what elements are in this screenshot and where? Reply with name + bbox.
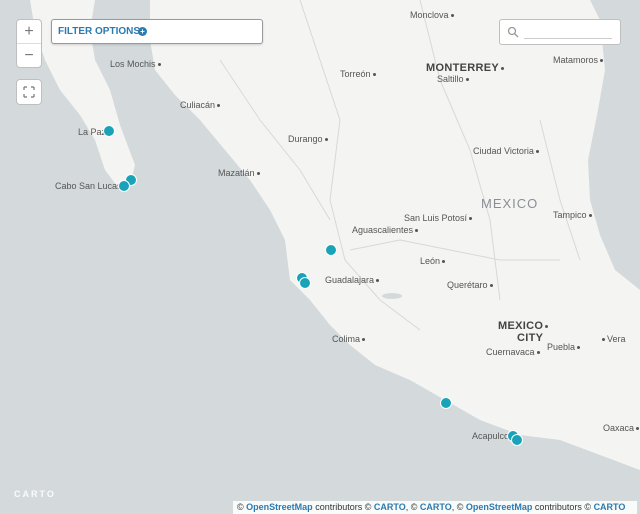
city-monclova: Monclova: [410, 10, 456, 20]
city-ciudad-victoria: Ciudad Victoria: [473, 146, 541, 156]
city-puebla: Puebla: [547, 342, 582, 352]
map-marker[interactable]: [440, 397, 452, 409]
filter-options-button[interactable]: FILTER OPTIONS +: [51, 19, 263, 44]
attribution-text: contributors ©: [534, 502, 592, 512]
city-guadalajara: Guadalajara: [325, 275, 381, 285]
city-queretaro: Querétaro: [447, 280, 495, 290]
zoom-in-button[interactable]: +: [17, 20, 41, 43]
zoom-control: + −: [16, 19, 42, 68]
carto-link[interactable]: CARTO: [374, 502, 406, 512]
city-saltillo: Saltillo: [437, 74, 471, 84]
osm-link[interactable]: OpenStreetMap: [466, 502, 533, 512]
zoom-out-button[interactable]: −: [17, 43, 41, 67]
city-mexico-city-line2: CITY: [517, 332, 544, 344]
city-monterrey: MONTERREY: [426, 62, 506, 74]
search-icon: [507, 26, 519, 38]
fullscreen-icon: [23, 86, 35, 98]
city-mexico-city: MEXICO: [498, 320, 550, 332]
city-leon: León: [420, 256, 447, 266]
map-marker[interactable]: [118, 180, 130, 192]
attribution-text: , ©: [405, 502, 418, 512]
map-marker[interactable]: [325, 244, 337, 256]
city-los-mochis: Los Mochis: [110, 59, 163, 69]
fullscreen-button[interactable]: [16, 79, 42, 105]
map-marker[interactable]: [103, 125, 115, 137]
city-aguascalientes: Aguascalientes: [352, 225, 420, 235]
attribution-text: ©: [237, 502, 244, 512]
search-box: [499, 19, 621, 45]
map[interactable]: MEXICO Monclova MONTERREY Saltillo Matam…: [0, 0, 640, 514]
attribution-text: , ©: [451, 502, 464, 512]
attribution-bar: © OpenStreetMap contributors © CARTO, © …: [233, 501, 637, 514]
carto-link[interactable]: CARTO: [594, 502, 626, 512]
search-input[interactable]: [524, 24, 612, 39]
city-mazatlan: Mazatlán: [218, 168, 262, 178]
map-marker[interactable]: [511, 434, 523, 446]
map-base-layer: [0, 0, 640, 514]
plus-circle-icon: +: [138, 27, 147, 36]
filter-options-label: FILTER OPTIONS: [58, 26, 141, 37]
city-torreon: Torreón: [340, 69, 378, 79]
carto-link[interactable]: CARTO: [420, 502, 452, 512]
carto-logo: CARTO: [14, 489, 56, 499]
city-veracruz: Vera: [600, 334, 626, 344]
city-tampico: Tampico: [553, 210, 594, 220]
city-cuernavaca: Cuernavaca: [486, 347, 542, 357]
city-oaxaca: Oaxaca: [603, 423, 640, 433]
city-matamoros: Matamoros: [553, 55, 605, 65]
city-durango: Durango: [288, 134, 330, 144]
country-label: MEXICO: [481, 196, 539, 211]
osm-link[interactable]: OpenStreetMap: [246, 502, 313, 512]
map-marker[interactable]: [299, 277, 311, 289]
attribution-text: contributors ©: [315, 502, 372, 512]
city-san-luis-potosi: San Luis Potosí: [404, 213, 474, 223]
city-colima: Colima: [332, 334, 367, 344]
city-culiacan: Culiacán: [180, 100, 222, 110]
